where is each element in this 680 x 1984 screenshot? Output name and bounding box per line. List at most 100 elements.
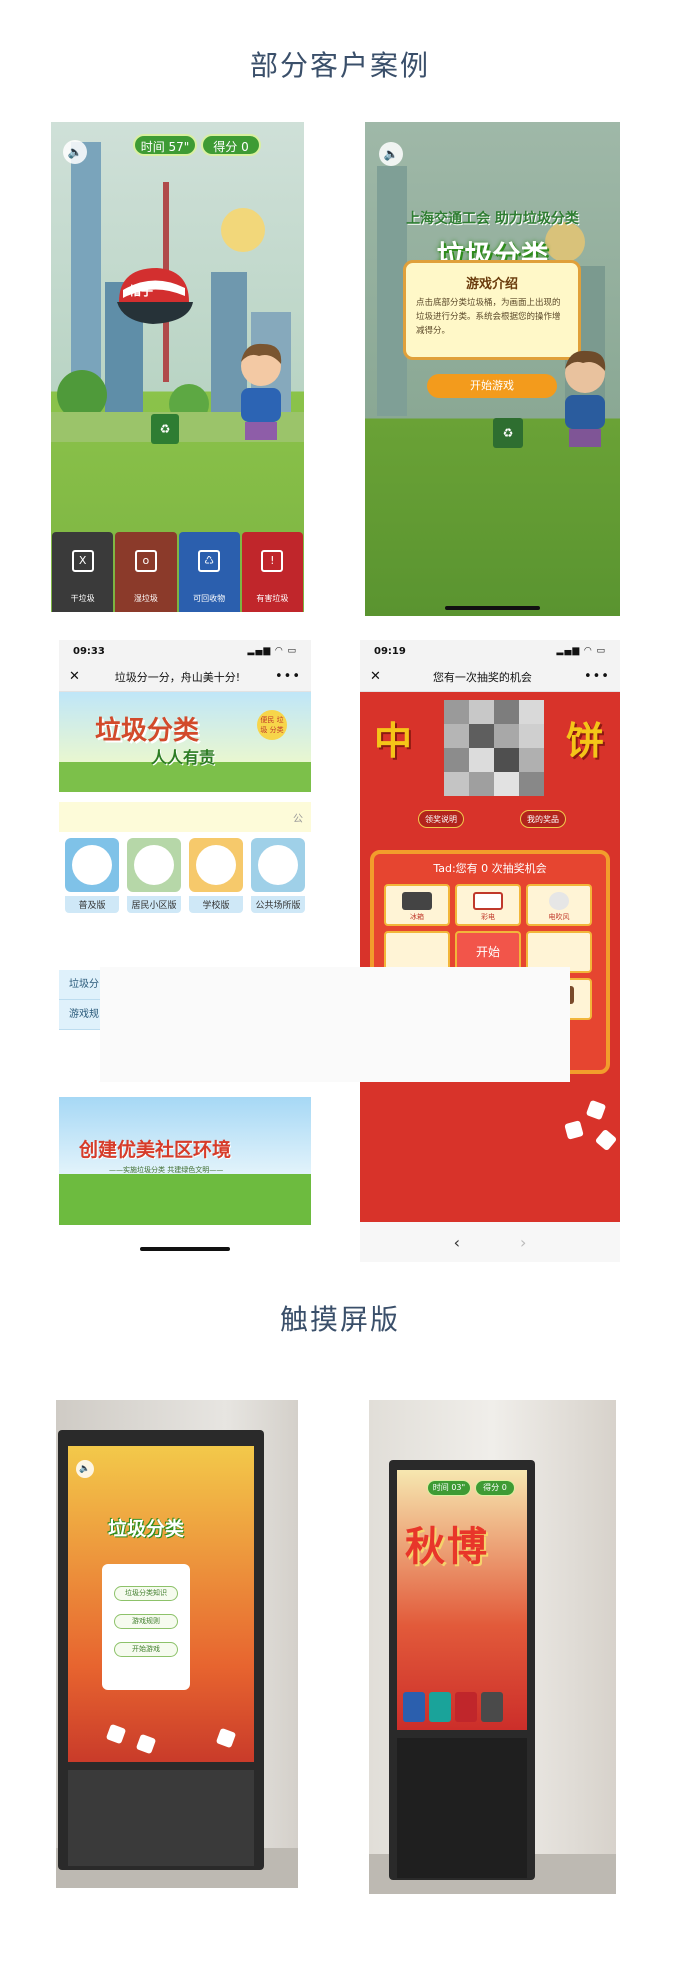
notice-char: 公 [293,814,303,825]
sound-icon[interactable]: 🔈 [379,142,403,166]
kiosk-logo: 垃圾分类 [107,1518,184,1540]
phone-screenshot-2: 09:19 ▂▄▆ ◠ ▭ ✕ 您有一次抽奖的机会 ••• 中 饼 领奖说明 我… [360,640,620,1262]
banner-top[interactable]: 垃圾分类 人人有责 便民 垃圾 分类 [59,692,311,792]
prize-cell: 冰箱 [384,884,450,926]
menu-rules-button[interactable]: 游戏规则 [114,1614,178,1629]
redaction-box [100,967,570,1082]
bin-dry[interactable] [481,1692,503,1722]
banner2-subtitle: ——实施垃圾分类 共建绿色文明—— [109,1166,224,1174]
bin-icon: o [134,550,157,572]
banner2-title: 创建优美社区环境 [79,1139,232,1161]
nav-bar: ✕ 垃圾分一分，舟山美十分! ••• [59,662,311,692]
bin-icon: X [71,550,94,572]
notice-bar[interactable]: 公 [59,802,311,832]
game-screenshot-1: 🔈 时间 57" 得分 0 帽子 ♻ X 干垃圾 o 湿垃圾 ♺ 可回收物 ! … [51,122,304,612]
prize-cell: 彩电 [455,884,521,926]
status-time: 09:33 [73,645,105,657]
banner-badge: 便民 垃圾 分类 [257,710,287,740]
kiosk-body: 🔈 垃圾分类 垃圾分类知识 游戏规则 开始游戏 [58,1430,264,1870]
bin-icon: ♺ [198,550,221,572]
bin-kitchen[interactable] [429,1692,451,1722]
intro-text: 点击底部分类垃圾桶，为画面上出现的垃圾进行分类。系统会根据您的操作增减得分。 [416,298,561,336]
tile-label: 公共场所版 [251,896,305,913]
kiosk-title: 秋博 [405,1524,489,1570]
lottery-title-left: 中 [374,719,413,763]
page-title: 您有一次抽奖的机会 [432,670,532,684]
intro-board: 游戏介绍 点击底部分类垃圾桶，为画面上出现的垃圾进行分类。系统会根据您的操作增减… [403,260,581,360]
forward-arrow-icon[interactable]: › [520,1233,526,1252]
tile-general[interactable]: 普及版 [65,838,119,913]
tile-school[interactable]: 学校版 [189,838,243,913]
sponsor-line: 上海交通工会 助力垃圾分类 [406,211,579,227]
prize-label: 冰箱 [410,913,424,921]
kiosk-menu: 垃圾分类知识 游戏规则 开始游戏 [102,1564,190,1690]
bin-label: 干垃圾 [70,594,95,603]
category-grid: 普及版 居民小区版 学校版 公共场所版 [59,838,311,913]
banner-bottom[interactable]: 创建优美社区环境 ——实施垃圾分类 共建绿色文明—— [59,1097,311,1225]
intro-title: 游戏介绍 [465,277,518,292]
dice-shape [594,1128,618,1152]
kid-character [565,350,606,447]
kid-character [241,343,282,440]
plaza-icon [251,838,305,892]
menu-start-button[interactable]: 开始游戏 [114,1642,178,1657]
sound-icon[interactable]: 🔈 [76,1460,94,1478]
bin-wet[interactable]: o 湿垃圾 [115,532,177,612]
prize-rules-tab[interactable]: 领奖说明 [418,810,464,828]
recycle-bin-small: ♻ [493,418,523,448]
dice-shape [215,1727,237,1749]
dice-shape [585,1099,607,1121]
tile-public[interactable]: 公共场所版 [251,838,305,913]
status-time: 09:19 [374,645,406,657]
bin-dry[interactable]: X 干垃圾 [52,532,114,612]
bin-recyclable[interactable]: ♺ 可回收物 [178,532,240,612]
bin-label: 有害垃圾 [256,594,289,603]
my-prizes-tab[interactable]: 我的奖品 [520,810,566,828]
prize-label: 电吹风 [548,913,570,921]
bin-icon: ! [261,550,284,572]
bin-row [403,1692,503,1722]
status-bar: 09:33 ▂▄▆ ◠ ▭ [59,640,311,662]
start-game-button[interactable]: 开始游戏 [427,374,557,398]
more-icon[interactable]: ••• [275,669,301,684]
lottery-chances: Tad:您有 0 次抽奖机会 [433,862,547,875]
pixelated-mosaic [444,700,544,796]
tile-residential[interactable]: 居民小区版 [127,838,181,913]
school-icon [189,838,243,892]
status-bar: 09:19 ▂▄▆ ◠ ▭ [360,640,620,662]
bin-recyclable[interactable] [403,1692,425,1722]
nav-bar: ✕ 您有一次抽奖的机会 ••• [360,662,620,692]
phone-screenshot-1: 09:33 ▂▄▆ ◠ ▭ ✕ 垃圾分一分，舟山美十分! ••• 垃圾分类 人人… [59,640,311,1265]
kiosk-stand [68,1770,254,1866]
menu-knowledge-button[interactable]: 垃圾分类知识 [114,1586,178,1601]
more-icon[interactable]: ••• [584,669,610,684]
kiosk-stand [397,1738,527,1878]
prize-label: 彩电 [481,913,495,921]
globe-icon [65,838,119,892]
banner-title: 垃圾分类 [95,716,200,746]
dice-shape [564,1120,584,1140]
bin-row: X 干垃圾 o 湿垃圾 ♺ 可回收物 ! 有害垃圾 [51,532,304,612]
lottery-title-right: 饼 [565,719,604,763]
cap-item[interactable] [113,262,195,334]
browser-toolbar: ‹ › [360,1222,620,1262]
close-icon[interactable]: ✕ [370,669,381,684]
bin-hazardous[interactable]: ! 有害垃圾 [241,532,303,612]
tile-label: 居民小区版 [127,896,181,913]
cap-label: 帽子 [129,284,154,298]
game-screenshot-2: 🔈 上海交通工会 助力垃圾分类 垃圾分类 游戏介绍 点击底部分类垃圾桶，为画面上… [365,122,620,616]
recycle-bin-small: ♻ [151,414,179,444]
home-indicator [445,606,540,610]
time-pill: 时间 03" [427,1480,471,1496]
tile-label: 普及版 [65,896,119,913]
home-indicator [140,1247,230,1251]
close-icon[interactable]: ✕ [69,669,80,684]
kiosk-photo-2: 时间 03" 得分 0 秋博 [369,1400,616,1894]
bin-hazardous[interactable] [455,1692,477,1722]
kiosk-screen: 🔈 垃圾分类 垃圾分类知识 游戏规则 开始游戏 [68,1446,254,1762]
sound-icon[interactable]: 🔈 [63,140,87,164]
signal-wifi-battery-icon: ▂▄▆ ◠ ▭ [556,646,606,656]
house-icon [127,838,181,892]
page-title: 垃圾分一分，舟山美十分! [114,670,241,684]
back-arrow-icon[interactable]: ‹ [454,1233,460,1252]
